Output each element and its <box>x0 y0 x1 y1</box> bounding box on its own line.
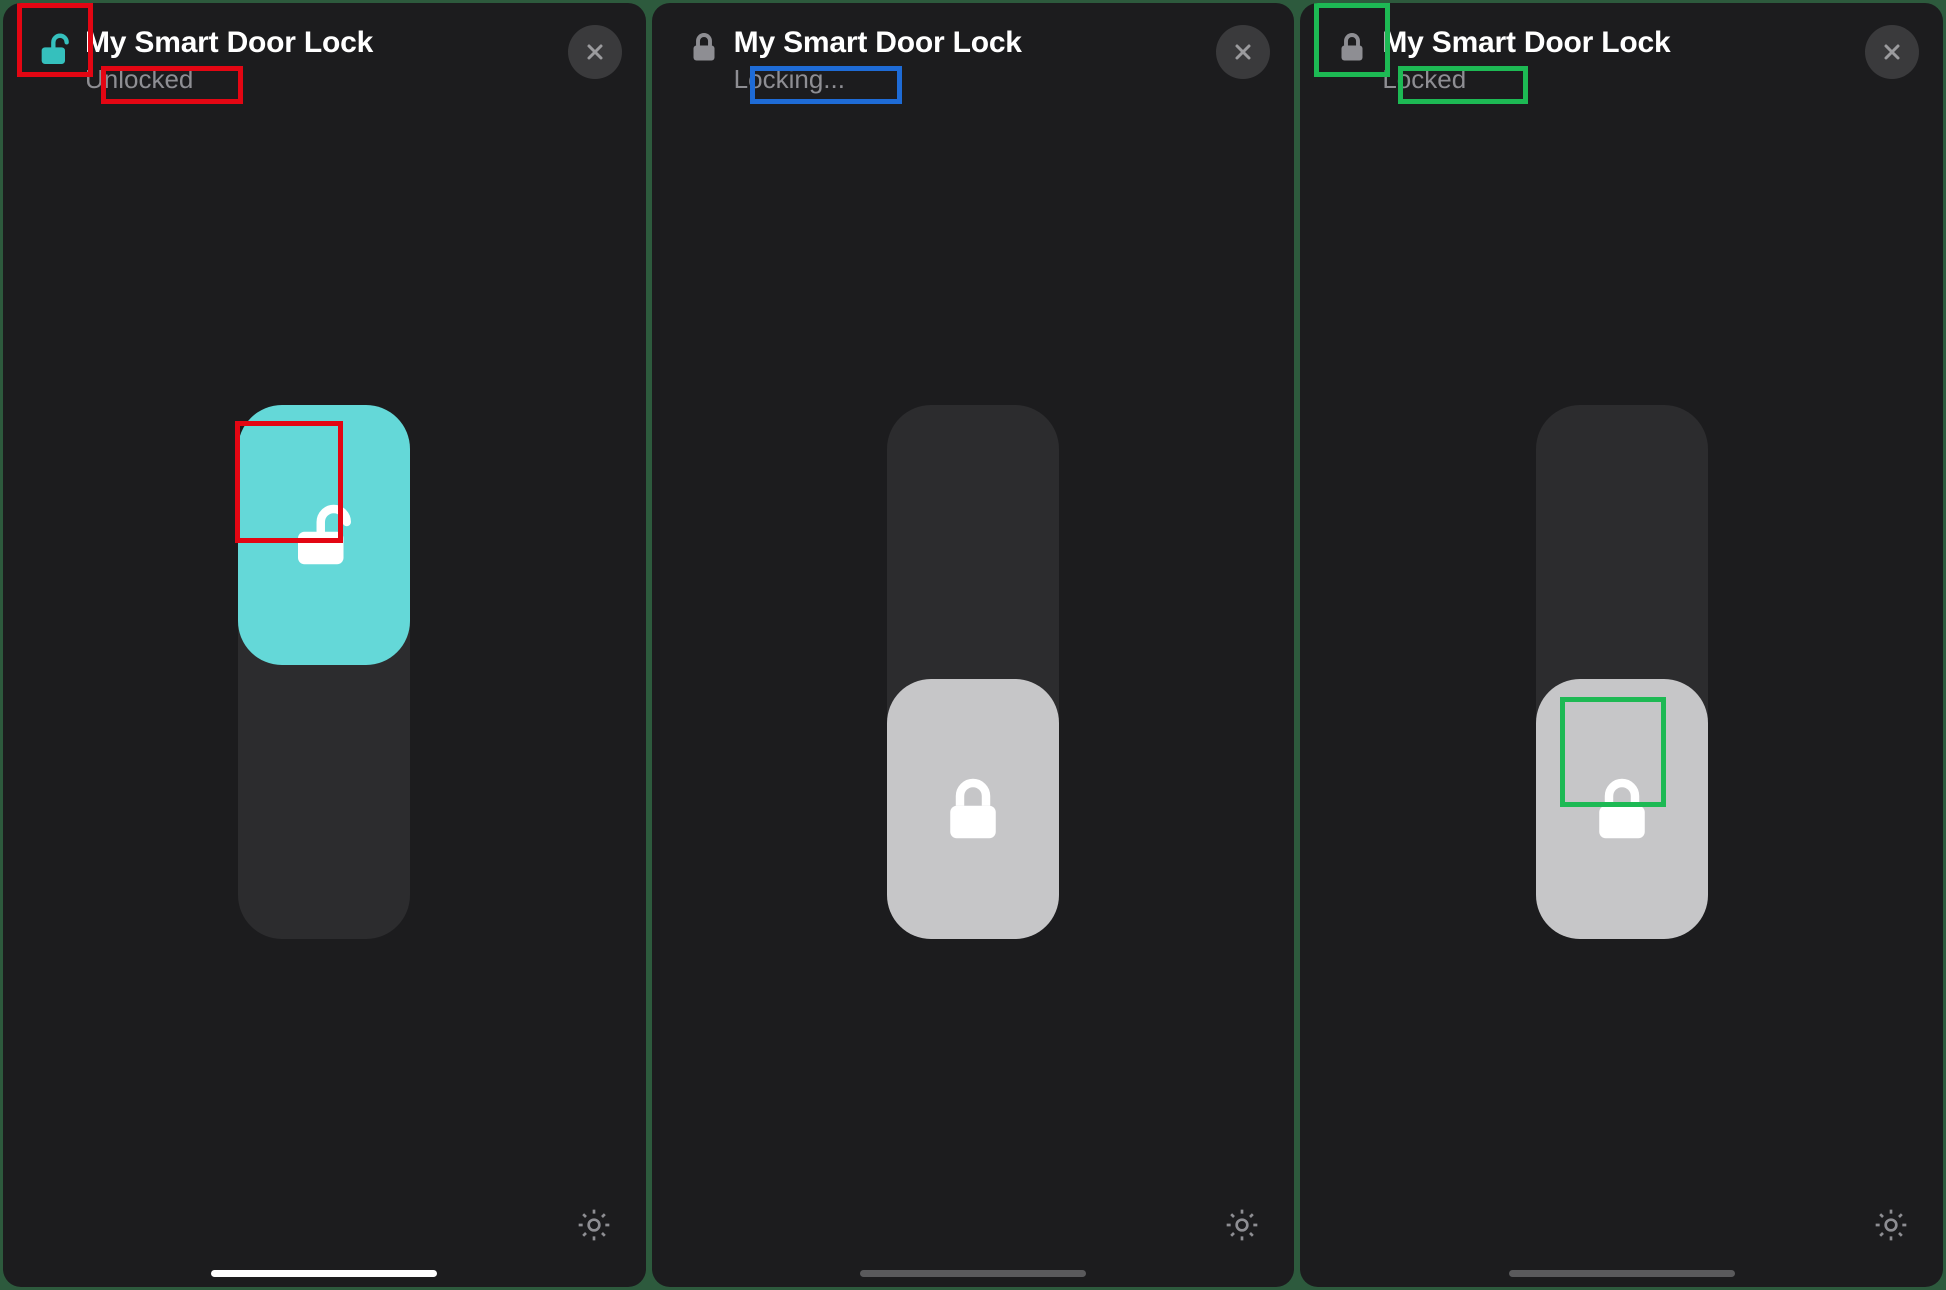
lock-toggle[interactable] <box>1536 405 1708 939</box>
device-status: Locking... <box>734 63 1217 97</box>
panel-body <box>1300 97 1943 1287</box>
lock-icon <box>934 770 1012 848</box>
panel-body <box>3 97 646 1287</box>
close-button[interactable] <box>1865 25 1919 79</box>
lock-icon <box>676 25 732 65</box>
settings-button[interactable] <box>1867 1203 1915 1251</box>
panel-header: My Smart Door Lock Locked <box>1300 3 1943 97</box>
panel-header: My Smart Door Lock Locking... <box>652 3 1295 97</box>
home-indicator[interactable] <box>1509 1270 1735 1277</box>
lock-panel-locked: My Smart Door Lock Locked <box>1300 3 1943 1287</box>
device-status: Unlocked <box>85 63 568 97</box>
close-button[interactable] <box>568 25 622 79</box>
header-text: My Smart Door Lock Locking... <box>732 25 1217 97</box>
gear-icon <box>1222 1205 1262 1250</box>
device-title: My Smart Door Lock <box>1382 25 1865 61</box>
toggle-knob <box>238 405 410 665</box>
unlock-icon <box>27 25 83 69</box>
lock-panel-locking: My Smart Door Lock Locking... <box>652 3 1295 1287</box>
panel-body <box>652 97 1295 1287</box>
gear-icon <box>1871 1205 1911 1250</box>
device-title: My Smart Door Lock <box>734 25 1217 61</box>
header-text: My Smart Door Lock Unlocked <box>83 25 568 97</box>
toggle-knob <box>1536 679 1708 939</box>
close-icon <box>1880 40 1904 64</box>
gear-icon <box>574 1205 614 1250</box>
device-status: Locked <box>1382 63 1865 97</box>
settings-button[interactable] <box>570 1203 618 1251</box>
home-indicator[interactable] <box>211 1270 437 1277</box>
home-indicator[interactable] <box>860 1270 1086 1277</box>
unlock-icon <box>285 496 363 574</box>
lock-toggle[interactable] <box>887 405 1059 939</box>
close-button[interactable] <box>1216 25 1270 79</box>
lock-icon <box>1324 25 1380 65</box>
lock-panel-unlocked: My Smart Door Lock Unlocked <box>3 3 646 1287</box>
toggle-knob <box>887 679 1059 939</box>
close-icon <box>583 40 607 64</box>
lock-icon <box>1583 770 1661 848</box>
lock-toggle[interactable] <box>238 405 410 939</box>
close-icon <box>1231 40 1255 64</box>
device-title: My Smart Door Lock <box>85 25 568 61</box>
settings-button[interactable] <box>1218 1203 1266 1251</box>
header-text: My Smart Door Lock Locked <box>1380 25 1865 97</box>
panel-header: My Smart Door Lock Unlocked <box>3 3 646 97</box>
